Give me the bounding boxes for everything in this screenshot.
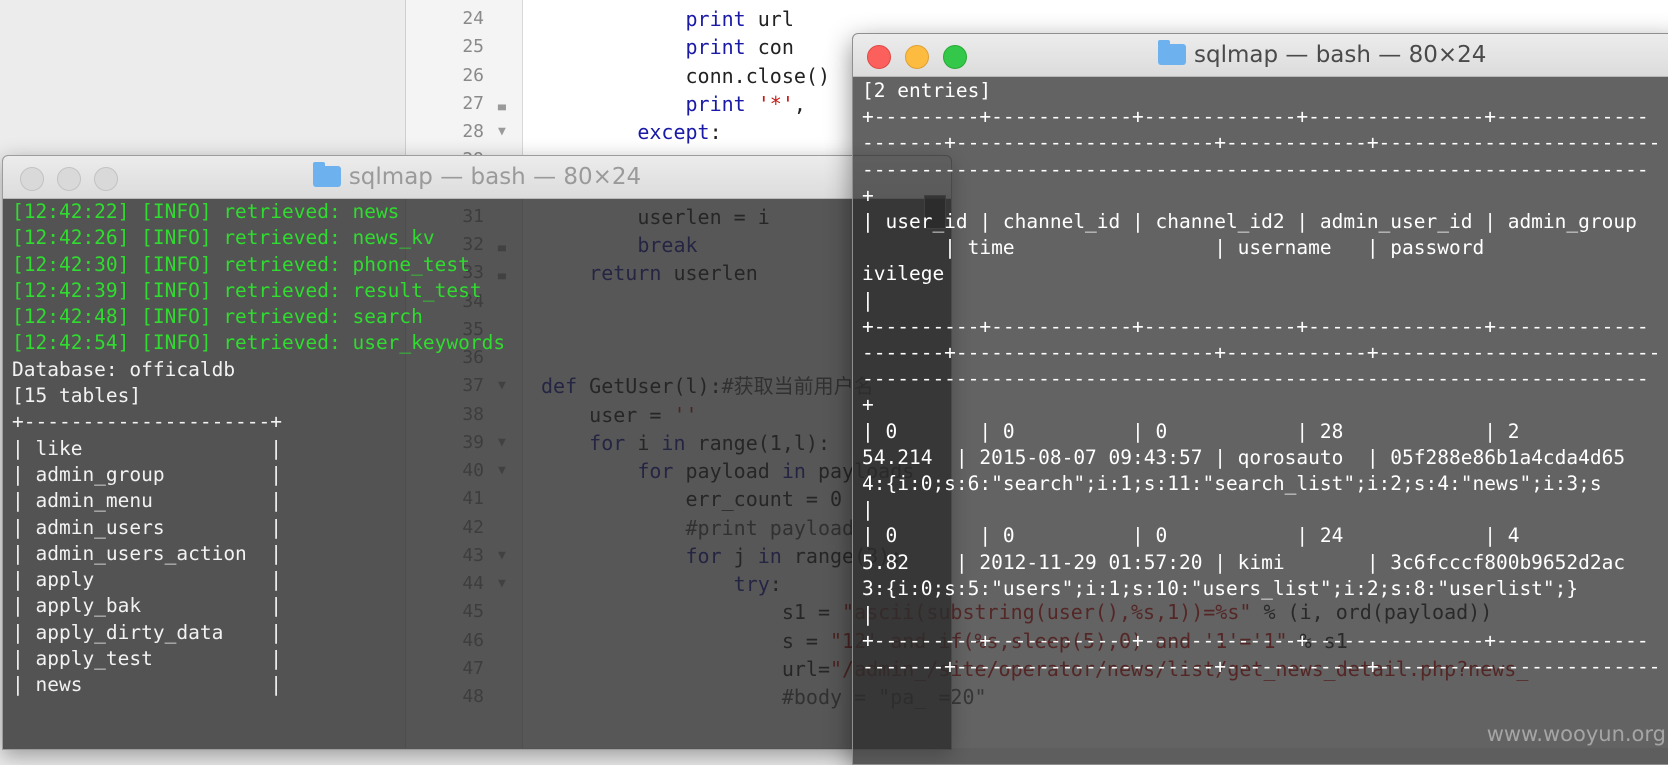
output-line: -------+----------------------+---------…	[862, 655, 1661, 679]
output-line: | admin_menu |	[12, 489, 283, 513]
output-line: Database: officaldb	[12, 357, 236, 381]
output-line: +---------------------+	[12, 410, 283, 434]
output-line: [15 tables]	[12, 384, 142, 408]
output-line: | apply |	[12, 568, 283, 592]
line-number: 24	[462, 8, 484, 29]
output-line: |	[862, 288, 874, 312]
log-line: [12:42:30] [INFO] retrieved: phone_test	[12, 252, 470, 276]
fold-arrow-icon[interactable]: ▼	[498, 118, 506, 146]
line-number: 28	[462, 121, 484, 142]
output-line: | user_id | channel_id | channel_id2 | a…	[862, 210, 1637, 234]
watermark-text: www.wooyun.org	[1486, 722, 1666, 746]
terminal-output-left[interactable]: [12:42:22] [INFO] retrieved: news [12:42:…	[3, 199, 951, 749]
output-line: | apply_dirty_data |	[12, 620, 283, 644]
output-line: +---------+------------+-------------+--…	[862, 314, 1649, 338]
window-title: sqlmap — bash — 80×24	[3, 156, 951, 198]
output-line: ----------------------------------------…	[862, 157, 1649, 181]
output-line: | admin_users_action |	[12, 541, 283, 565]
output-line: | admin_group |	[12, 462, 283, 486]
output-line: | admin_users |	[12, 515, 283, 539]
window-title: sqlmap — bash — 80×24	[853, 34, 1668, 76]
line-number: 27	[462, 92, 484, 114]
output-line: | time | username | password	[862, 236, 1485, 260]
code-line: print con	[685, 35, 794, 60]
output-line: +---------+------------+-------------+--…	[862, 105, 1649, 129]
output-line: 4:{i:0;s:6:"search";i:1;s:11:"search_lis…	[862, 472, 1602, 496]
output-line: ----------------------------------------…	[862, 367, 1649, 391]
output-line: | like |	[12, 436, 283, 460]
output-line: | 0 | 0 | 0 | 28 | 2	[862, 419, 1520, 443]
code-line: conn.close()	[541, 63, 830, 88]
output-line: +---------+------------+-------------+--…	[862, 629, 1649, 653]
fold-end-icon[interactable]: ▃	[498, 90, 506, 118]
code-line: print url	[685, 7, 794, 31]
window-title-text: sqlmap — bash — 80×24	[1194, 42, 1487, 68]
output-line: ivilege	[862, 262, 945, 286]
output-line: | apply_test |	[12, 647, 283, 671]
titlebar-right[interactable]: sqlmap — bash — 80×24	[853, 34, 1668, 77]
output-line: +	[862, 393, 874, 417]
log-line: [12:42:48] [INFO] retrieved: search	[12, 305, 423, 329]
code-line: print '*',	[685, 91, 806, 116]
output-line: | apply_bak |	[12, 594, 283, 618]
line-number: 25	[462, 36, 484, 58]
output-line: +	[862, 183, 874, 207]
output-line: 5.82 | 2012-11-29 01:57:20 | kimi | 3c6f…	[862, 550, 1626, 574]
line-number: 26	[462, 64, 484, 86]
output-line: |	[862, 498, 874, 522]
code-line: except:	[637, 120, 722, 144]
folder-icon	[1158, 40, 1186, 65]
log-line: [12:42:39] [INFO] retrieved: result_test	[12, 278, 482, 302]
output-line: |	[862, 603, 874, 627]
output-line: -------+----------------------+---------…	[862, 341, 1661, 365]
terminal-output-right[interactable]: [2 entries] +---------+------------+-----…	[853, 78, 1668, 764]
output-line: [2 entries]	[862, 79, 992, 102]
terminal-window-left[interactable]: sqlmap — bash — 80×24 [12:42:22] [INFO] …	[2, 155, 952, 750]
log-line: [12:42:26] [INFO] retrieved: news_kv	[12, 226, 435, 250]
output-line: | 0 | 0 | 0 | 24 | 4	[862, 524, 1520, 548]
output-line: 3:{i:0;s:5:"users";i:1;s:10:"users_list"…	[862, 576, 1579, 600]
log-line: [12:42:22] [INFO] retrieved: news	[12, 200, 400, 223]
output-line: 54.214 | 2015-08-07 09:43:57 | qorosauto…	[862, 445, 1626, 469]
window-title-text: sqlmap — bash — 80×24	[348, 164, 642, 190]
titlebar-left[interactable]: sqlmap — bash — 80×24	[3, 156, 951, 199]
terminal-window-right[interactable]: sqlmap — bash — 80×24 [2 entries] +------…	[852, 33, 1668, 765]
output-line: -------+----------------------+---------…	[862, 131, 1661, 155]
output-line: | news |	[12, 673, 283, 697]
folder-icon	[312, 162, 341, 187]
log-line: [12:42:54] [INFO] retrieved: user_keywor…	[12, 331, 506, 355]
